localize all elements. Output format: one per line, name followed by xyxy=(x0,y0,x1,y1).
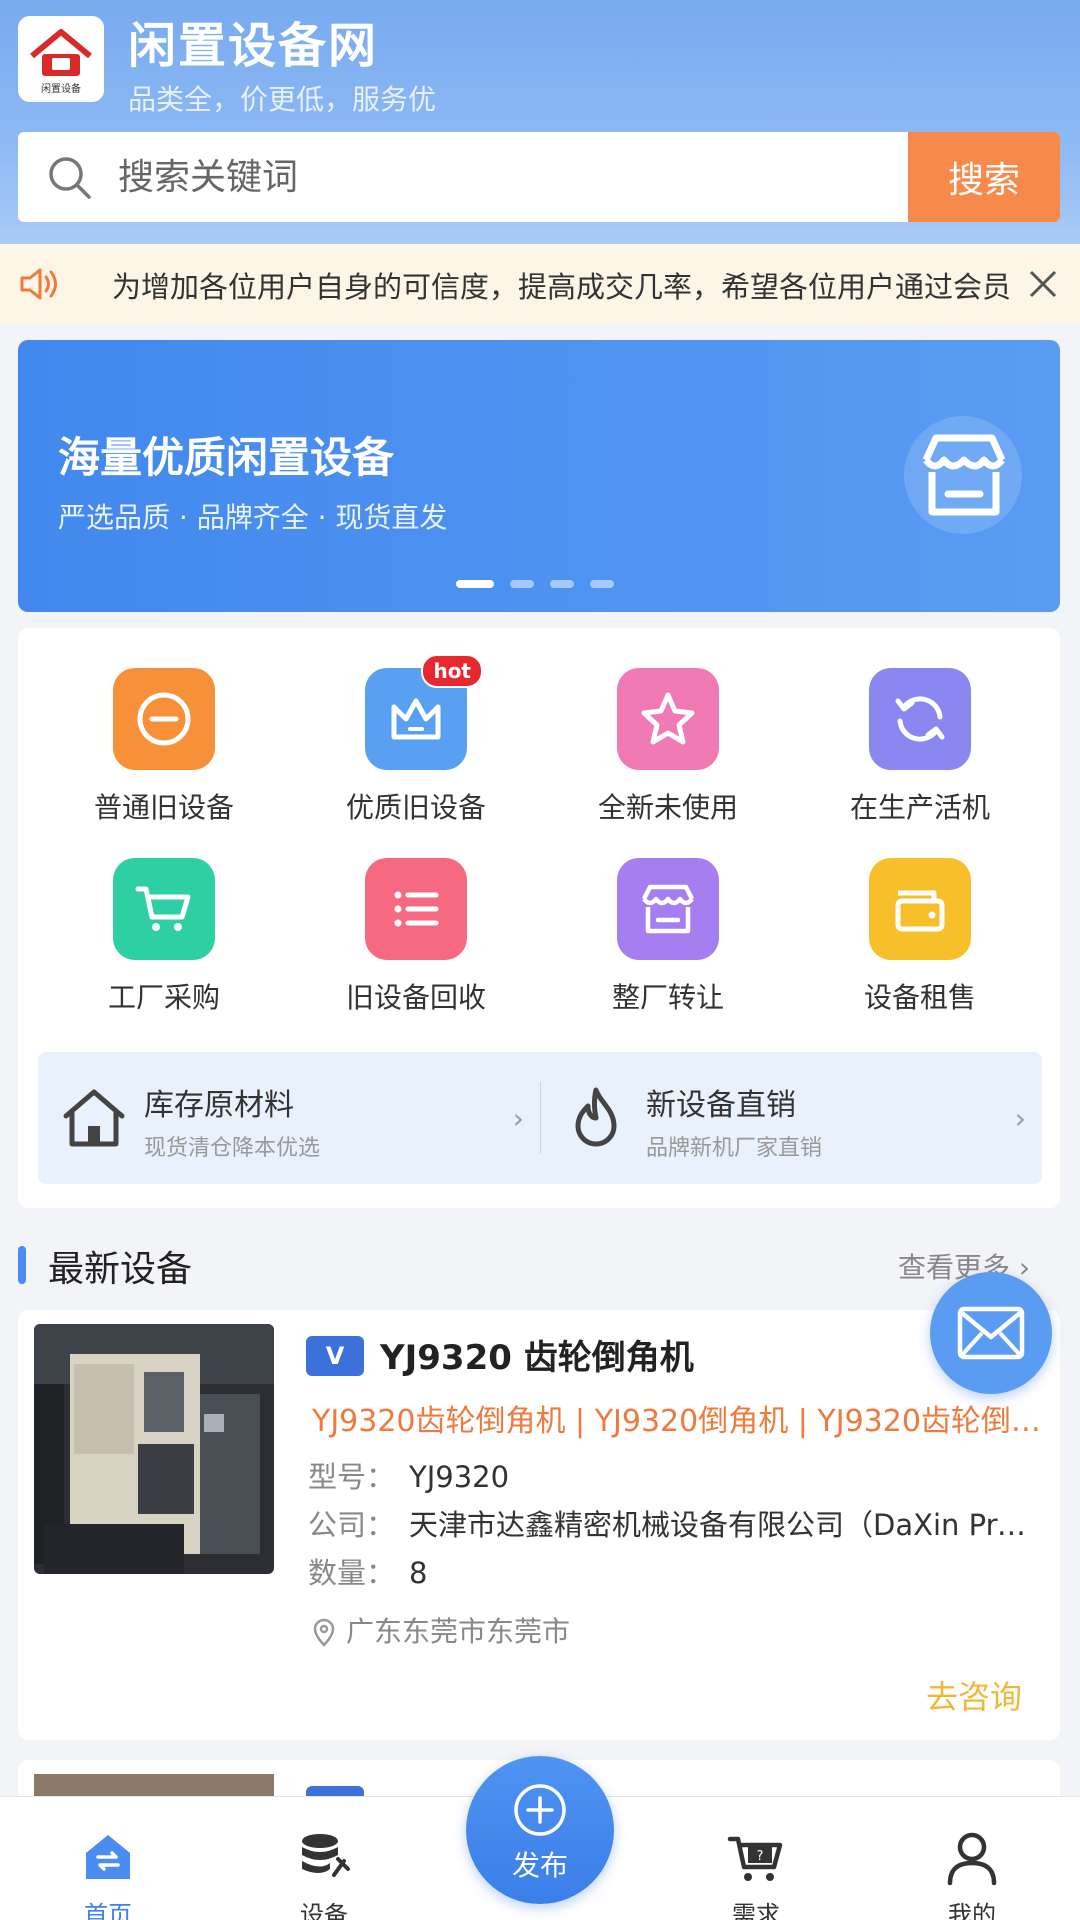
section-accent-bar xyxy=(18,1246,26,1284)
category-item-brandnew[interactable]: 全新未使用 xyxy=(568,668,768,826)
company-label: 公司： xyxy=(308,1508,396,1542)
company-value: 天津市达鑫精密机械设备有限公司（DaXin Precision） xyxy=(409,1508,1041,1542)
promo-title: 新设备直销 xyxy=(646,1088,796,1123)
product-name[interactable]: YJ9320 齿轮倒角机 xyxy=(380,1330,694,1379)
flame-icon xyxy=(575,1087,617,1147)
store-icon xyxy=(617,858,719,960)
category-label: 在生产活机 xyxy=(849,791,990,824)
product-card[interactable]: V YJ9320 齿轮倒角机 YJ9320齿轮倒角机 | YJ9320倒角机 |… xyxy=(18,1310,1060,1740)
refresh-icon xyxy=(869,668,971,770)
category-label: 整厂转让 xyxy=(611,981,724,1014)
product-model-row: 型号： YJ9320 xyxy=(308,1454,509,1496)
pagination-dot[interactable] xyxy=(550,580,574,588)
banner-title: 海量优质闲置设备 xyxy=(58,433,395,482)
hot-badge: hot xyxy=(421,654,483,688)
consult-button[interactable]: 去咨询 xyxy=(926,1672,1022,1718)
tab-label: 需求 xyxy=(732,1901,780,1920)
promo-new-equipment[interactable]: 新设备直销 品牌新机厂家直销 › xyxy=(540,1052,1040,1184)
star-icon xyxy=(617,668,719,770)
tab-label: 设备 xyxy=(300,1901,348,1920)
category-label: 设备租售 xyxy=(863,981,976,1014)
category-label: 全新未使用 xyxy=(597,791,738,824)
tab-equipment[interactable]: 设备 xyxy=(254,1797,394,1920)
product-company-row: 公司： 天津市达鑫精密机械设备有限公司（DaXin Precision） xyxy=(308,1502,1041,1544)
message-button[interactable] xyxy=(930,1272,1052,1394)
close-icon[interactable] xyxy=(1025,266,1061,302)
promo-strip: 库存原材料 现货清仓降本优选 › 新设备直销 品牌新机厂家直销 › xyxy=(38,1052,1042,1184)
product-image[interactable] xyxy=(34,1324,274,1574)
category-item-inproduction[interactable]: 在生产活机 xyxy=(820,668,1020,826)
tab-home[interactable]: 首页 xyxy=(38,1797,178,1920)
search-icon xyxy=(49,157,91,199)
tab-label: 首页 xyxy=(84,1901,132,1920)
category-item-factory-transfer[interactable]: 整厂转让 xyxy=(568,858,768,1016)
category-item-rental[interactable]: 设备租售 xyxy=(820,858,1020,1016)
tab-mine[interactable]: 我的 xyxy=(902,1797,1042,1920)
publish-button[interactable]: 发布 xyxy=(466,1756,614,1904)
promo-raw-materials[interactable]: 库存原材料 现货清仓降本优选 › xyxy=(38,1052,538,1184)
category-item-recycle[interactable]: 旧设备回收 xyxy=(316,858,516,1016)
verified-badge: V xyxy=(306,1336,364,1376)
minus-circle-icon xyxy=(113,668,215,770)
logo-house-icon: 闲置设备 xyxy=(18,16,104,102)
pagination-dot[interactable] xyxy=(510,580,534,588)
tab-label: 我的 xyxy=(948,1901,996,1920)
category-item-quality[interactable]: hot 优质旧设备 xyxy=(316,654,516,826)
qty-value: 8 xyxy=(409,1556,428,1590)
list-icon xyxy=(365,858,467,960)
wallet-icon xyxy=(869,858,971,960)
notice-text: 为增加各位用户自身的可信度，提高成交几率，希望各位用户通过会员中 xyxy=(112,270,1012,304)
search-input[interactable] xyxy=(118,132,918,222)
app-header: 闲置设备 闲置设备网 品类全，价更低，服务优 搜索 xyxy=(0,0,1080,244)
app-logo: 闲置设备 xyxy=(18,16,104,102)
speaker-icon xyxy=(20,268,57,300)
promo-title: 库存原材料 xyxy=(144,1088,294,1123)
crown-icon: hot xyxy=(365,654,483,770)
product-location: 广东东莞市东莞市 xyxy=(312,1610,570,1650)
product-qty-row: 数量： 8 xyxy=(308,1550,427,1592)
tab-demand[interactable]: ? 需求 xyxy=(686,1797,826,1920)
category-label: 普通旧设备 xyxy=(93,791,234,824)
category-item-purchase[interactable]: 工厂采购 xyxy=(64,858,264,1016)
category-label: 旧设备回收 xyxy=(345,981,486,1014)
app-title: 闲置设备网 xyxy=(128,18,379,74)
category-grid: 普通旧设备 hot 优质旧设备 全新未使用 在生产活机 工厂采购 旧设备回收 整… xyxy=(18,628,1060,1208)
product-tags: YJ9320齿轮倒角机 | YJ9320倒角机 | YJ9320齿轮倒角机 xyxy=(312,1404,1046,1439)
category-item-normal[interactable]: 普通旧设备 xyxy=(64,668,264,826)
promo-subtitle: 品牌新机厂家直销 xyxy=(646,1136,823,1161)
banner-subtitle: 严选品质 · 品牌齐全 · 现货直发 xyxy=(58,501,448,534)
mail-icon xyxy=(957,1306,1025,1360)
store-icon xyxy=(922,434,1006,516)
svg-text:?: ? xyxy=(757,1849,764,1864)
location-text: 广东东莞市东莞市 xyxy=(346,1615,571,1648)
cart-question-icon: ? xyxy=(727,1836,783,1881)
publish-label: 发布 xyxy=(511,1849,568,1882)
chevron-right-icon: › xyxy=(512,1102,524,1135)
app-slogan: 品类全，价更低，服务优 xyxy=(128,83,437,116)
plus-circle-icon xyxy=(514,1784,566,1836)
home-icon xyxy=(86,1835,130,1879)
qty-label: 数量： xyxy=(308,1556,396,1590)
promo-subtitle: 现货清仓降本优选 xyxy=(144,1136,321,1161)
category-label: 工厂采购 xyxy=(107,981,220,1014)
model-label: 型号： xyxy=(308,1460,396,1494)
house-icon xyxy=(63,1089,125,1147)
category-label: 优质旧设备 xyxy=(345,791,486,824)
promo-banner[interactable]: 海量优质闲置设备 严选品质 · 品牌齐全 · 现货直发 xyxy=(18,340,1060,612)
section-title: 最新设备 xyxy=(48,1249,193,1290)
database-tools-icon xyxy=(302,1834,350,1877)
location-pin-icon xyxy=(313,1618,335,1647)
pagination-dot[interactable] xyxy=(590,580,614,588)
banner-pagination xyxy=(456,580,614,588)
search-button[interactable]: 搜索 xyxy=(908,132,1060,222)
search-bar: 搜索 xyxy=(18,132,1060,222)
notice-bar: 为增加各位用户自身的可信度，提高成交几率，希望各位用户通过会员中 xyxy=(0,244,1080,324)
pagination-dot[interactable] xyxy=(456,580,494,588)
cart-icon xyxy=(113,858,215,960)
chevron-right-icon: › xyxy=(1014,1102,1026,1135)
logo-text: 闲置设备 xyxy=(41,82,81,95)
model-value: YJ9320 xyxy=(409,1460,510,1494)
user-icon xyxy=(947,1832,997,1886)
